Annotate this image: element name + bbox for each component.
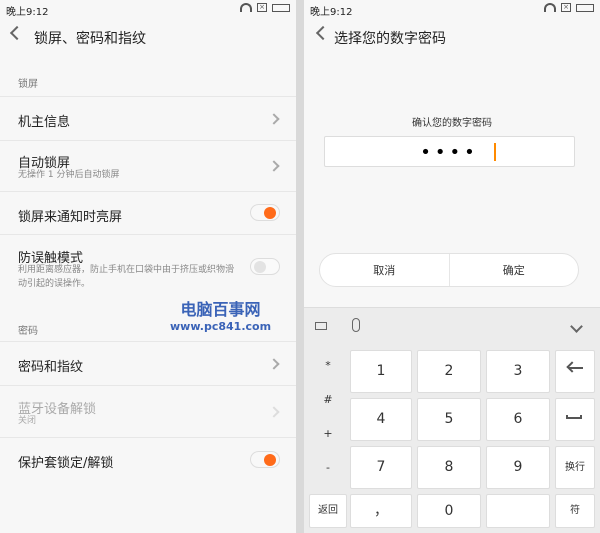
battery-icon <box>576 3 594 12</box>
pin-input[interactable]: •••• <box>324 136 575 167</box>
watermark-line-1: 电脑百事网 <box>180 300 261 319</box>
key-comma[interactable]: ， <box>350 494 412 528</box>
dialog-button-bar: 取消 确定 <box>319 253 579 287</box>
key-7[interactable]: 7 <box>350 446 412 489</box>
settings-item-cover-lock[interactable]: 保护套锁定/解锁 <box>0 437 296 481</box>
status-time: 晚上9:12 <box>310 7 353 18</box>
back-arrow-icon[interactable] <box>315 25 331 41</box>
keyboard-toolbar <box>304 308 600 346</box>
return-key[interactable]: 返回 <box>309 494 347 528</box>
settings-item-bluetooth-unlock: 蓝牙设备解锁 关闭 <box>0 385 296 437</box>
key-star[interactable]: * <box>311 349 345 383</box>
key-3[interactable]: 3 <box>486 350 550 393</box>
key-plus[interactable]: + <box>311 417 345 451</box>
chevron-down-icon[interactable] <box>570 320 583 333</box>
item-subtitle: 关闭 <box>18 416 37 426</box>
settings-item-auto-lock[interactable]: 自动锁屏 无操作 1 分钟后自动锁屏 <box>0 140 296 191</box>
back-arrow-icon[interactable] <box>9 25 25 41</box>
key-hash[interactable]: # <box>311 383 345 417</box>
item-title: 机主信息 <box>18 115 71 130</box>
settings-item-anti-mistouch[interactable]: 防误触模式 利用距离感应器，防止手机在口袋中由于挤压或织物滑动引起的误操作。 <box>0 234 296 299</box>
watermark: 电脑百事网 www.pc841.com <box>170 296 271 333</box>
lockscreen-settings-panel: 晚上9:12 × 锁屏、密码和指纹 锁屏 机主信息 自动锁屏 无操作 1 分钟后… <box>0 0 296 533</box>
key-4[interactable]: 4 <box>350 398 412 441</box>
page-title: 选择您的数字密码 <box>334 31 446 47</box>
status-bar: 晚上9:12 × <box>304 0 600 18</box>
pin-dots: •••• <box>420 142 479 163</box>
toggle-switch[interactable] <box>250 258 280 275</box>
toggle-switch[interactable] <box>250 451 280 468</box>
key-6[interactable]: 6 <box>486 398 550 441</box>
status-time: 晚上9:12 <box>6 7 49 18</box>
key-2[interactable]: 2 <box>417 350 481 393</box>
screenshot-composite: 晚上9:12 × 锁屏、密码和指纹 锁屏 机主信息 自动锁屏 无操作 1 分钟后… <box>0 0 600 533</box>
chevron-right-icon <box>268 406 280 418</box>
page-title: 锁屏、密码和指纹 <box>34 31 146 47</box>
chevron-right-icon <box>268 358 280 370</box>
wifi-icon <box>544 3 556 12</box>
space-key[interactable] <box>555 398 595 441</box>
confirm-button[interactable]: 确定 <box>450 254 579 286</box>
keyboard-grid-icon[interactable] <box>315 322 327 330</box>
title-bar: 选择您的数字密码 <box>304 20 600 54</box>
backspace-key[interactable] <box>555 350 595 393</box>
section-label-lockscreen: 锁屏 <box>18 79 38 90</box>
microphone-icon[interactable] <box>352 318 360 332</box>
title-bar: 锁屏、密码和指纹 <box>0 20 296 54</box>
space-icon <box>566 415 582 419</box>
settings-item-password-fingerprint[interactable]: 密码和指纹 <box>0 341 296 385</box>
battery-icon <box>272 3 290 12</box>
pin-entry-panel: 晚上9:12 × 选择您的数字密码 确认您的数字密码 •••• 取消 确定 * … <box>304 0 600 533</box>
chevron-right-icon <box>268 160 280 172</box>
status-bar: 晚上9:12 × <box>0 0 296 18</box>
key-0[interactable]: 0 <box>417 494 481 528</box>
key-9[interactable]: 9 <box>486 446 550 489</box>
key-extra[interactable] <box>486 494 550 528</box>
section-label-password: 密码 <box>18 326 38 337</box>
key-minus[interactable]: - <box>311 451 345 485</box>
item-title: 保护套锁定/解锁 <box>18 456 114 471</box>
newline-key[interactable]: 换行 <box>555 446 595 489</box>
settings-item-notify-wake[interactable]: 锁屏来通知时亮屏 <box>0 191 296 234</box>
backspace-icon <box>569 367 583 369</box>
key-8[interactable]: 8 <box>417 446 481 489</box>
close-badge-icon: × <box>257 3 267 12</box>
item-subtitle: 无操作 1 分钟后自动锁屏 <box>18 170 120 180</box>
close-badge-icon: × <box>561 3 571 12</box>
status-icons: × <box>544 3 594 12</box>
watermark-line-2: www.pc841.com <box>170 320 272 333</box>
cancel-button[interactable]: 取消 <box>320 254 449 286</box>
item-title: 密码和指纹 <box>18 360 84 375</box>
chevron-right-icon <box>268 113 280 125</box>
pin-prompt: 确认您的数字密码 <box>412 118 492 129</box>
status-icons: × <box>240 3 290 12</box>
item-subtitle: 利用距离感应器，防止手机在口袋中由于挤压或织物滑动引起的误操作。 <box>18 265 235 289</box>
symbol-key[interactable]: 符 <box>555 494 595 528</box>
wifi-icon <box>240 3 252 12</box>
text-caret <box>494 143 496 161</box>
key-1[interactable]: 1 <box>350 350 412 393</box>
settings-item-owner-info[interactable]: 机主信息 <box>0 96 296 140</box>
numeric-keyboard: * # + - 返回 1 2 3 4 5 6 7 8 9 换行 ， 0 符 <box>304 307 600 533</box>
item-title: 锁屏来通知时亮屏 <box>18 210 123 225</box>
toggle-switch[interactable] <box>250 204 280 221</box>
key-5[interactable]: 5 <box>417 398 481 441</box>
